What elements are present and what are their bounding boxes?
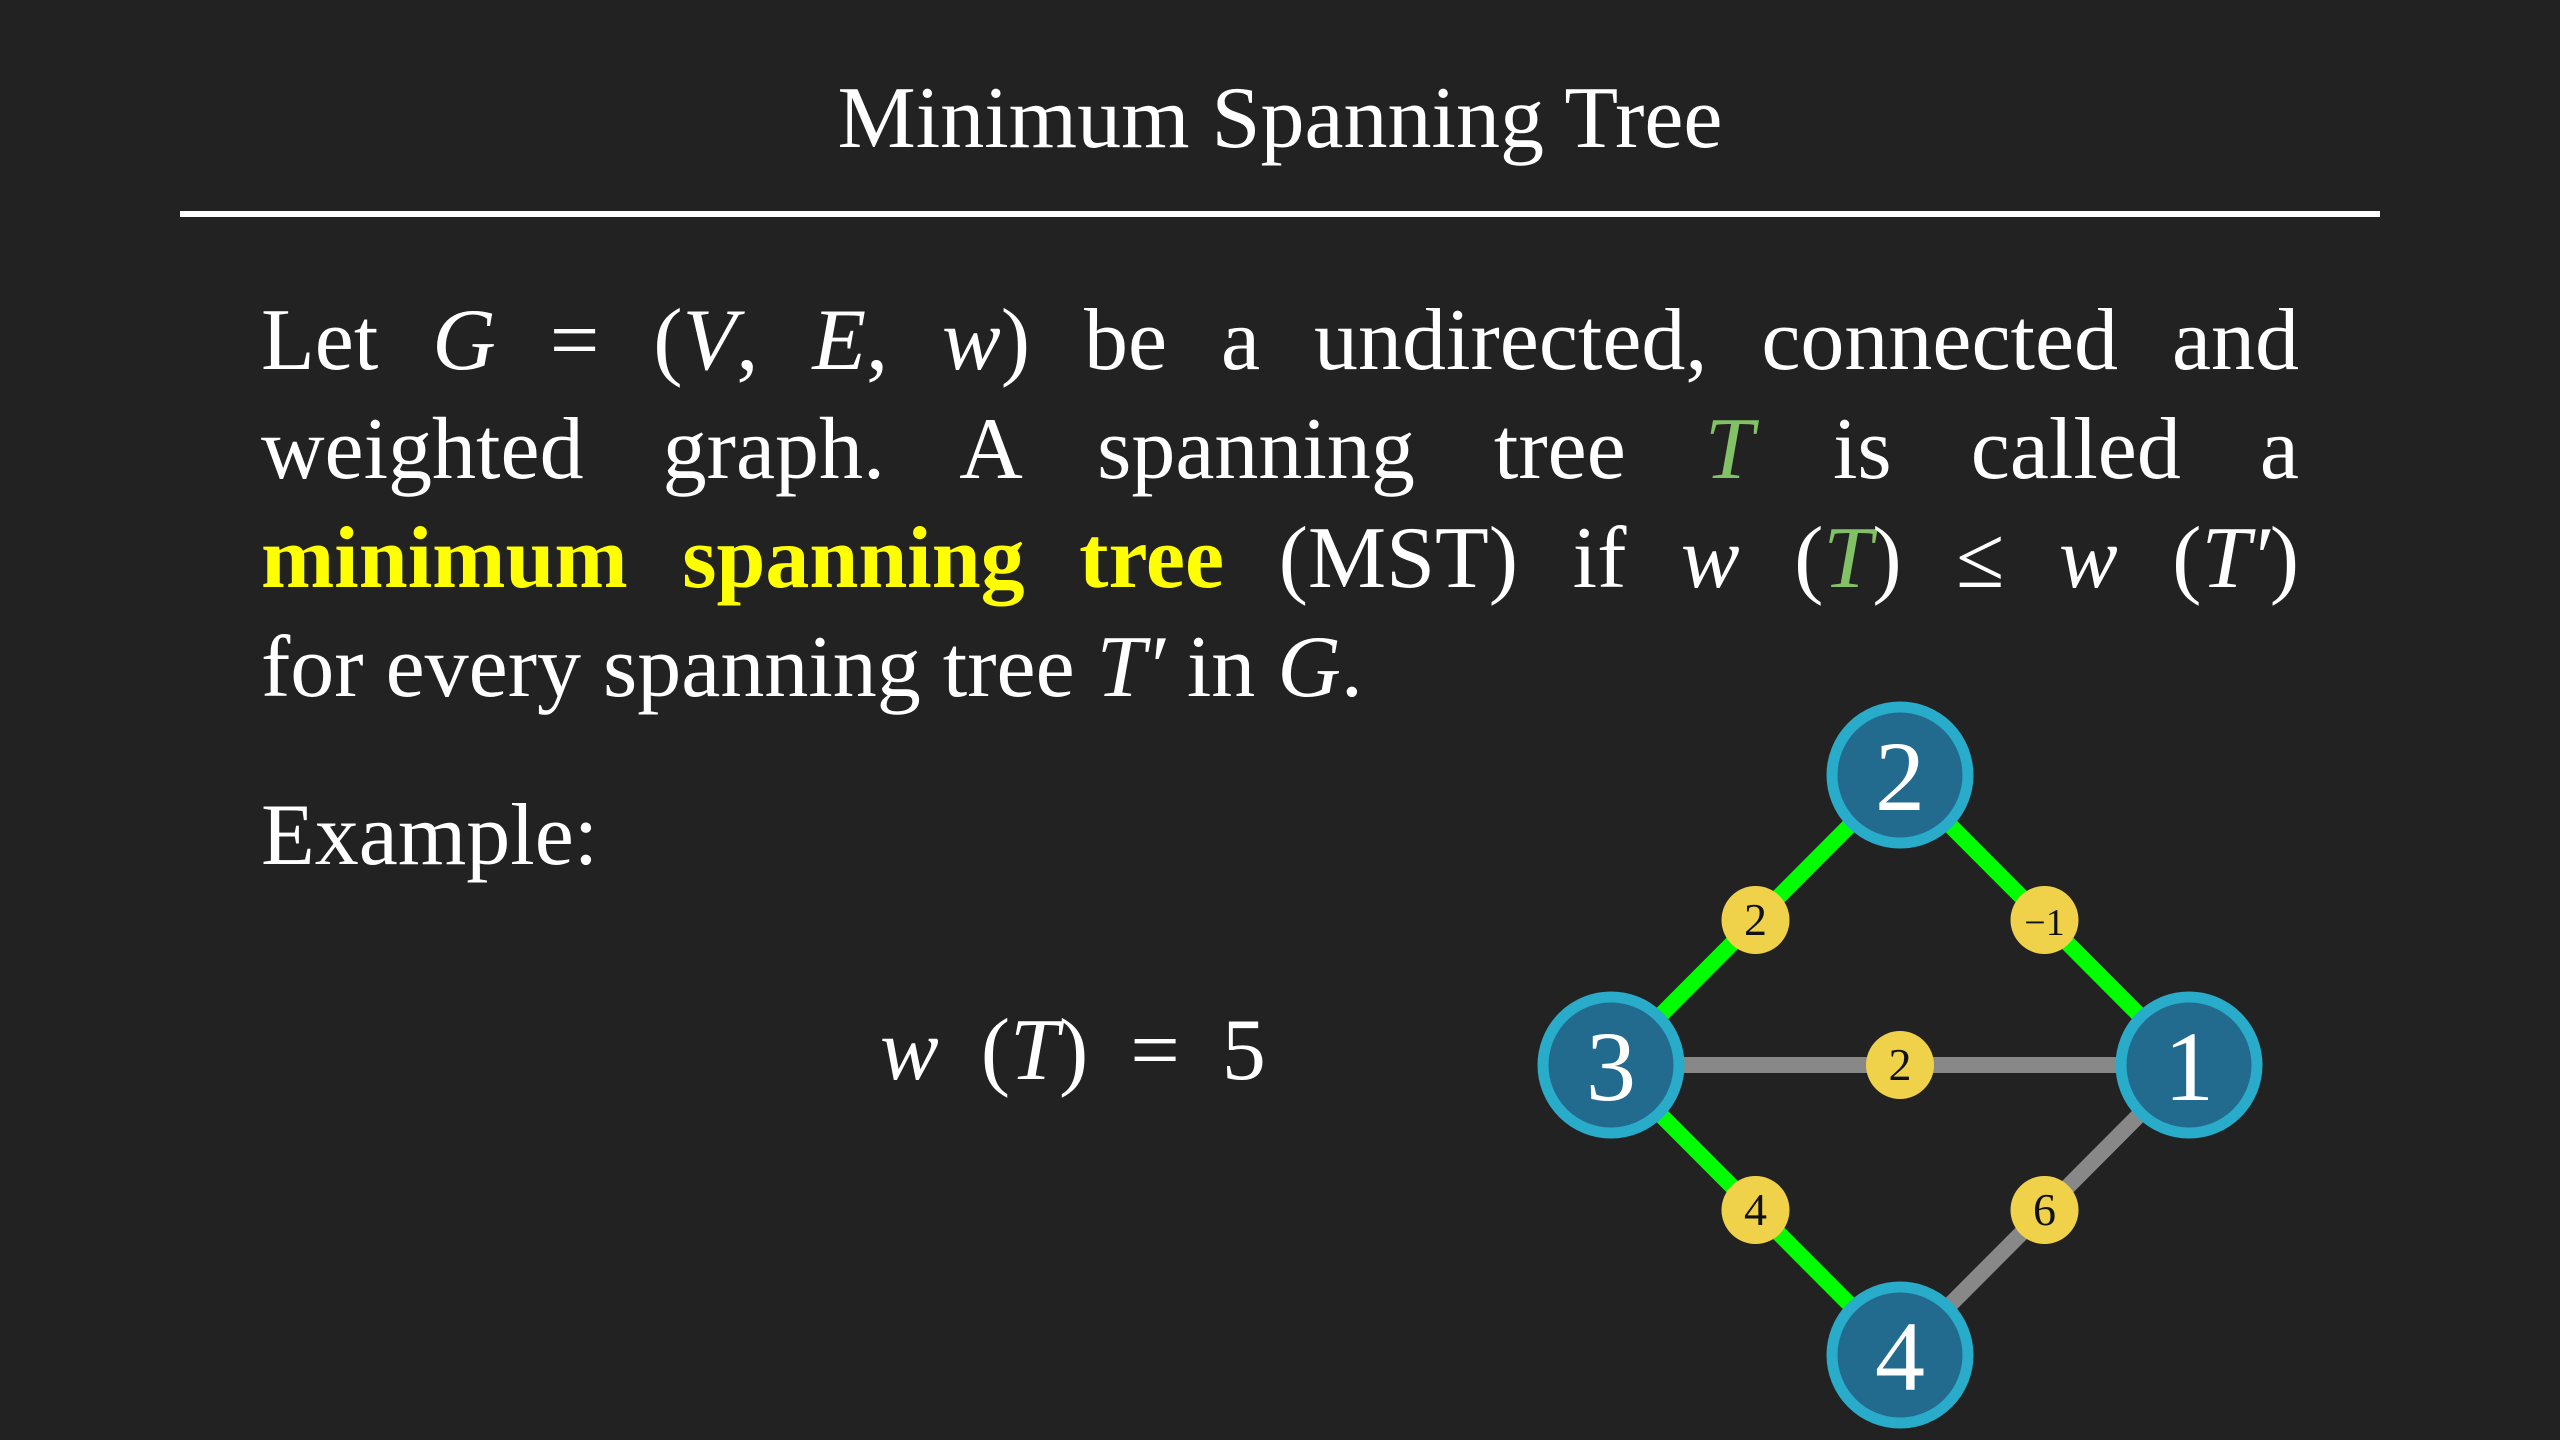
- graph-diagram: 2 −1 2 4 6 1 2 3 4: [1537, 701, 2263, 1429]
- node-label: 4: [1875, 1301, 1925, 1412]
- graph-node-4: 4: [1826, 1281, 1974, 1429]
- edge-weight-badge: 6: [2010, 1176, 2079, 1244]
- edge-weight-label: 4: [1744, 1184, 1767, 1235]
- node-label: 3: [1586, 1011, 1636, 1122]
- edge-weight-badge: 2: [1721, 886, 1790, 954]
- edge-weight-label: 2: [1889, 1039, 1912, 1090]
- edge-weight-badge: −1: [2010, 886, 2079, 954]
- graph-node-2: 2: [1826, 701, 1974, 849]
- edge-weight-label: 2: [1744, 894, 1767, 945]
- edge-weight-badge: 4: [1721, 1176, 1790, 1244]
- edge-weight-badge: 2: [1866, 1031, 1934, 1099]
- edge-weight-label: 6: [2033, 1184, 2056, 1235]
- node-label: 2: [1875, 721, 1925, 832]
- graph-node-1: 1: [2115, 991, 2263, 1139]
- node-label: 1: [2164, 1011, 2214, 1122]
- edge-weight-label: −1: [2024, 902, 2064, 944]
- graph-node-3: 3: [1537, 991, 1685, 1139]
